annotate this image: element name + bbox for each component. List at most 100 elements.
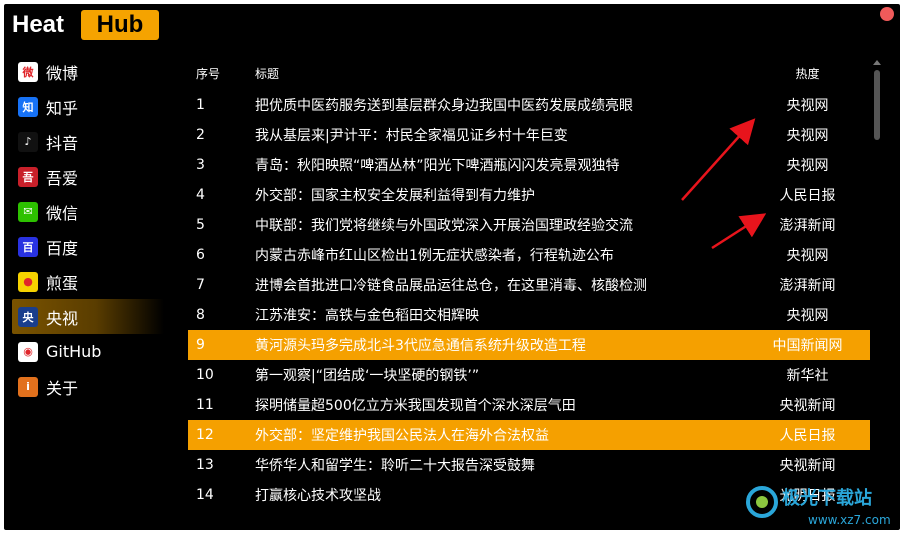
sidebar-item-label: GitHub	[46, 342, 102, 361]
row-title: 外交部：国家主权安全发展利益得到有力维护	[255, 188, 535, 204]
close-button[interactable]	[880, 7, 894, 21]
sidebar-item-wechat[interactable]: ✉ 微信	[12, 194, 164, 229]
row-title: 内蒙古赤峰市红山区检出1例无症状感染者，行程轨迹公布	[255, 248, 614, 264]
table-row[interactable]: 1 把优质中医药服务送到基层群众身边我国中医药发展成绩亮眼 央视网	[188, 90, 870, 120]
row-number: 5	[196, 217, 205, 233]
watermark-logo: 极光下载站 www.xz7.com	[746, 486, 891, 527]
table-row[interactable]: 8 江苏淮安：高铁与金色稻田交相辉映 央视网	[188, 300, 870, 330]
row-title: 第一观察|“团结成‘一块坚硬的钢铁’”	[255, 368, 480, 384]
github-icon: ◉	[18, 341, 38, 362]
sidebar-item-github[interactable]: ◉ GitHub	[12, 334, 164, 369]
row-source: 央视网	[786, 248, 829, 264]
wechat-icon: ✉	[18, 201, 38, 222]
row-number: 1	[196, 97, 205, 113]
header: Heat Hub	[4, 4, 900, 52]
row-title: 中联部：我们党将继续与外国政党深入开展治国理政经验交流	[255, 218, 633, 234]
row-number: 12	[196, 427, 214, 443]
weibo-icon: 微	[18, 61, 38, 82]
watermark-url: www.xz7.com	[808, 513, 891, 527]
sidebar-item-cctv[interactable]: 央央视	[12, 299, 164, 334]
jandan-icon: ●	[18, 271, 38, 292]
zhihu-icon: 知	[18, 96, 38, 117]
row-title: 外交部：坚定维护我国公民法人在海外合法权益	[255, 428, 549, 444]
row-source: 央视网	[786, 98, 829, 114]
row-source: 澎湃新闻	[779, 278, 836, 294]
sidebar-item-label: 百度	[46, 238, 79, 258]
row-title: 把优质中医药服务送到基层群众身边我国中医药发展成绩亮眼	[255, 98, 633, 114]
sidebar-item-zhihu[interactable]: 知知乎	[12, 89, 164, 124]
logo-heat-text: Heat	[12, 11, 65, 38]
sidebar-item-label: 知乎	[46, 98, 79, 118]
table-row[interactable]: 13 华侨华人和留学生：聆听二十大报告深受鼓舞 央视新闻	[188, 450, 870, 480]
sidebar-item-label: 煎蛋	[46, 273, 79, 293]
row-number: 10	[196, 367, 214, 383]
row-source: 央视网	[786, 128, 829, 144]
row-source: 人民日报	[779, 188, 836, 204]
sidebar-item-jandan[interactable]: ● 煎蛋	[12, 264, 164, 299]
header-no: 序号	[196, 66, 221, 81]
app-window: Heat Hub 微微博知知乎 ♪ 抖音吾吾爱 ✉ 微信百百度 ● 煎蛋央央视 ◉ GitHub…	[4, 4, 900, 530]
row-title: 江苏淮安：高铁与金色稻田交相辉映	[255, 308, 479, 324]
sidebar-item-douyin[interactable]: ♪ 抖音	[12, 124, 164, 159]
sidebar-item-label: 抖音	[46, 133, 79, 153]
row-number: 7	[196, 277, 205, 293]
sidebar-item-label: 吾爱	[46, 168, 79, 188]
vertical-scrollbar[interactable]	[872, 58, 882, 528]
row-number: 4	[196, 187, 205, 203]
baidu-icon: 百	[18, 236, 38, 257]
sidebar-item-52pojie[interactable]: 吾吾爱	[12, 159, 164, 194]
sidebar-item-weibo[interactable]: 微微博	[12, 54, 164, 89]
table-row[interactable]: 7 进博会首批进口冷链食品展品运往总仓，在这里消毒、核酸检测 澎湃新闻	[188, 270, 870, 300]
table-row[interactable]: 4 外交部：国家主权安全发展利益得到有力维护 人民日报	[188, 180, 870, 210]
row-title: 进博会首批进口冷链食品展品运往总仓，在这里消毒、核酸检测	[255, 278, 647, 294]
row-number: 2	[196, 127, 205, 143]
row-number: 9	[196, 337, 205, 353]
table-row[interactable]: 2 我从基层来|尹计平：村民全家福见证乡村十年巨变 央视网	[188, 120, 870, 150]
cctv-icon: 央	[18, 306, 38, 327]
row-number: 6	[196, 247, 205, 263]
sidebar: 微微博知知乎 ♪ 抖音吾吾爱 ✉ 微信百百度 ● 煎蛋央央视 ◉ GitHub i 关于	[12, 54, 164, 404]
table-row[interactable]: 3 青岛：秋阳映照“啤酒丛林”阳光下啤酒瓶闪闪发亮景观独特 央视网	[188, 150, 870, 180]
table-row[interactable]: 11 探明储量超500亿立方米我国发现首个深水深层气田 央视新闻	[188, 390, 870, 420]
table-row[interactable]: 12 外交部：坚定维护我国公民法人在海外合法权益 人民日报	[188, 420, 870, 450]
row-title: 华侨华人和留学生：聆听二十大报告深受鼓舞	[255, 458, 535, 474]
douyin-icon: ♪	[18, 131, 38, 152]
row-number: 14	[196, 487, 214, 503]
row-title: 我从基层来|尹计平：村民全家福见证乡村十年巨变	[255, 128, 568, 144]
row-number: 13	[196, 457, 214, 473]
sidebar-item-info[interactable]: i 关于	[12, 369, 164, 404]
row-source: 人民日报	[779, 428, 836, 444]
scroll-up-icon[interactable]	[873, 60, 881, 65]
table-body: 1 把优质中医药服务送到基层群众身边我国中医药发展成绩亮眼 央视网 2 我从基层来|尹计…	[188, 90, 870, 510]
scroll-thumb[interactable]	[874, 70, 880, 140]
sidebar-item-label: 微博	[46, 63, 79, 83]
header-title: 标题	[255, 66, 280, 81]
table-row[interactable]: 9 黄河源头玛多完成北斗3代应急通信系统升级改造工程 中国新闻网	[188, 330, 870, 360]
52pojie-icon: 吾	[18, 166, 38, 187]
row-source: 澎湃新闻	[779, 218, 836, 234]
table-row[interactable]: 5 中联部：我们党将继续与外国政党深入开展治国理政经验交流 澎湃新闻	[188, 210, 870, 240]
row-source: 央视网	[786, 308, 829, 324]
row-source: 央视新闻	[779, 458, 836, 474]
row-title: 打赢核心技术攻坚战	[255, 488, 381, 504]
info-icon: i	[18, 376, 38, 397]
row-title: 青岛：秋阳映照“啤酒丛林”阳光下啤酒瓶闪闪发亮景观独特	[255, 158, 620, 174]
row-source: 新华社	[786, 368, 829, 384]
table-row[interactable]: 10 第一观察|“团结成‘一块坚硬的钢铁’” 新华社	[188, 360, 870, 390]
row-title: 黄河源头玛多完成北斗3代应急通信系统升级改造工程	[255, 338, 586, 354]
header-heat: 热度	[795, 66, 820, 81]
sidebar-item-baidu[interactable]: 百百度	[12, 229, 164, 264]
row-number: 3	[196, 157, 205, 173]
row-title: 探明储量超500亿立方米我国发现首个深水深层气田	[255, 398, 576, 414]
table-header: 序号 标题 热度	[188, 56, 870, 90]
row-number: 8	[196, 307, 205, 323]
watermark-text: 极光下载站	[782, 487, 872, 509]
table-row[interactable]: 6 内蒙古赤峰市红山区检出1例无症状感染者，行程轨迹公布 央视网	[188, 240, 870, 270]
row-source: 中国新闻网	[772, 338, 843, 354]
row-source: 央视网	[786, 158, 829, 174]
logo-hub-badge: Hub	[81, 10, 159, 40]
hot-list-table: 序号 标题 热度 1 把优质中医药服务送到基层群众身边我国中医药发展成绩亮眼 央视网…	[188, 56, 870, 510]
sidebar-item-label: 关于	[46, 378, 79, 398]
row-number: 11	[196, 397, 214, 413]
sidebar-item-label: 央视	[46, 308, 79, 328]
